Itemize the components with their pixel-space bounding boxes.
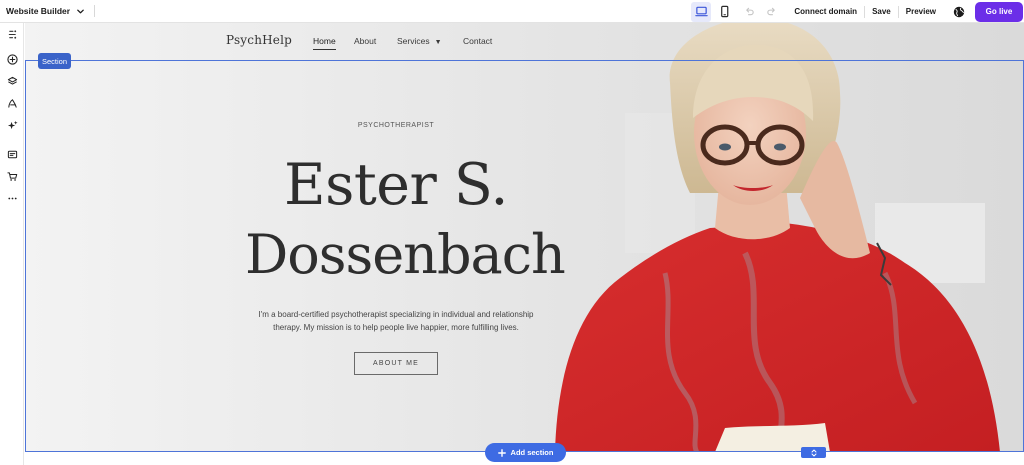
blog-button[interactable] <box>3 145 21 163</box>
nav-services-label: Services <box>397 36 430 46</box>
mobile-icon <box>721 5 729 18</box>
store-button[interactable] <box>3 167 21 185</box>
language-button[interactable] <box>948 1 970 23</box>
top-toolbar: Website Builder Connect domain Save Prev… <box>0 0 1024 23</box>
blog-icon <box>7 150 17 158</box>
section-tag[interactable]: Section <box>38 53 72 69</box>
undo-icon <box>746 7 754 16</box>
design-icon <box>7 98 17 108</box>
right-eye <box>774 143 786 151</box>
site-logo[interactable]: PsychHelp <box>226 33 292 47</box>
page-structure-button[interactable] <box>3 25 21 43</box>
hero-name-line-1: Ester S. <box>284 152 509 218</box>
about-me-button[interactable]: ABOUT ME <box>354 352 438 375</box>
nav-contact-link[interactable]: Contact <box>463 36 492 46</box>
hero-section[interactable]: PsychHelp Home About Services ▼ Contact P… <box>25 23 1024 452</box>
plus-icon <box>497 448 506 457</box>
left-tool-rail <box>0 23 24 465</box>
site-switcher-label: Website Builder <box>6 6 71 16</box>
undo-button[interactable] <box>739 2 759 22</box>
layers-icon <box>7 76 17 85</box>
site-switcher[interactable]: Website Builder <box>0 0 85 23</box>
add-section-button[interactable]: Add section <box>485 443 566 462</box>
ai-assistant-icon <box>7 120 18 129</box>
left-eye <box>719 143 731 151</box>
connect-domain-button[interactable]: Connect domain <box>787 0 864 23</box>
desktop-icon <box>695 6 708 17</box>
redo-button[interactable] <box>761 2 781 22</box>
nav-home-link[interactable]: Home <box>313 36 336 50</box>
ai-assistant-button[interactable] <box>3 116 21 134</box>
add-element-button[interactable] <box>3 50 21 68</box>
hero-name-line-2: Dossenbach <box>245 223 566 286</box>
mobile-view-button[interactable] <box>714 2 734 22</box>
nav-about-link[interactable]: About <box>354 36 376 46</box>
website-builder-editor: Website Builder Connect domain Save Prev… <box>0 0 1024 465</box>
editor-canvas[interactable]: PsychHelp Home About Services ▼ Contact P… <box>25 23 1024 465</box>
desktop-view-button[interactable] <box>691 1 712 22</box>
section-resize-handle[interactable] <box>801 447 826 458</box>
toolbar-actions: Connect domain Save Preview Go live <box>691 0 1024 23</box>
preview-button[interactable]: Preview <box>899 0 943 23</box>
redo-icon <box>767 7 775 16</box>
globe-icon <box>953 6 965 17</box>
hero-description: I'm a board-certified psychotherapist sp… <box>258 310 534 332</box>
chevron-down-icon <box>77 9 84 13</box>
more-button[interactable] <box>3 189 21 207</box>
layers-button[interactable] <box>3 72 21 90</box>
more-icon <box>7 197 17 199</box>
go-live-button[interactable]: Go live <box>975 1 1023 22</box>
toolbar-divider <box>94 5 96 17</box>
page-structure-icon <box>8 29 16 39</box>
hero-eyebrow: PSYCHOTHERAPIST <box>357 122 435 129</box>
add-element-icon <box>6 53 18 65</box>
resize-vertical-icon <box>811 449 816 456</box>
add-section-label: Add section <box>510 448 554 457</box>
save-button[interactable]: Save <box>865 0 898 23</box>
cart-icon <box>6 171 17 181</box>
caret-down-icon: ▼ <box>434 39 442 46</box>
design-button[interactable] <box>3 94 21 112</box>
nav-services-link[interactable]: Services ▼ <box>397 36 442 46</box>
